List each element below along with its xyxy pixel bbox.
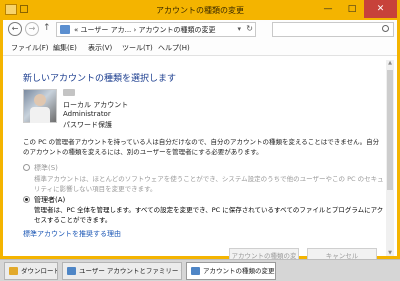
back-button[interactable]: ← — [8, 22, 22, 36]
address-path[interactable]: « ユーザー アカ... › アカウントの種類の変更 — [74, 25, 216, 35]
taskbar-item-label: ダウンロード — [21, 267, 58, 275]
avatar — [23, 89, 57, 123]
avatar-head — [34, 94, 46, 106]
administrator-radio[interactable] — [23, 196, 30, 203]
taskbar-item-change-account-type[interactable]: アカウントの種類の変更 — [186, 262, 276, 280]
forward-button[interactable]: → — [25, 22, 39, 36]
main-content: 新しいアカウントの種類を選択します ローカル アカウント Administrat… — [3, 56, 397, 274]
description-text: この PC の管理者アカウントを持っている人は自分だけなので、自分のアカウントの… — [23, 138, 380, 156]
refresh-icon[interactable]: ↻ — [246, 24, 253, 33]
address-bar[interactable]: « ユーザー アカ... › アカウントの種類の変更 ▾ ↻ — [56, 22, 256, 37]
menu-bar: ファイル(F) 編集(E) 表示(V) ツール(T) ヘルプ(H) — [3, 39, 397, 56]
scroll-up-icon[interactable]: ▲ — [386, 60, 394, 66]
control-panel-icon — [60, 25, 70, 34]
page-title: 新しいアカウントの種類を選択します — [23, 74, 177, 84]
administrator-label[interactable]: 管理者(A) — [34, 195, 65, 205]
avatar-body — [30, 107, 50, 123]
search-icon[interactable] — [382, 25, 389, 32]
maximize-button[interactable]: □ — [340, 0, 364, 18]
taskbar-item-label: アカウントの種類の変更 — [203, 267, 275, 275]
account-group: Administrator — [63, 110, 111, 118]
taskbar-item-label: ユーザー アカウントとファミリー セーフティ — [79, 267, 181, 275]
vertical-scrollbar[interactable]: ▲ ▼ — [386, 60, 394, 256]
taskbar-item-user-accounts[interactable]: ユーザー アカウントとファミリー セーフティ — [62, 262, 182, 280]
standard-radio[interactable] — [23, 164, 30, 171]
search-input[interactable] — [272, 22, 394, 37]
folder-icon — [9, 267, 18, 275]
control-panel-icon — [67, 267, 76, 275]
menu-edit[interactable]: 編集(E) — [53, 43, 77, 53]
standard-label[interactable]: 標準(S) — [34, 163, 58, 173]
scroll-thumb[interactable] — [387, 70, 393, 190]
close-button[interactable]: ✕ — [364, 0, 397, 18]
control-panel-icon — [191, 267, 200, 275]
scroll-down-icon[interactable]: ▼ — [386, 250, 394, 256]
administrator-description: 管理者は、PC 全体を管理します。すべての設定を変更でき、PC に保存されている… — [34, 206, 384, 224]
account-type: ローカル アカウント — [63, 101, 129, 109]
menu-file[interactable]: ファイル(F) — [11, 43, 49, 53]
account-protection: パスワード保護 — [63, 121, 112, 129]
explorer-window: アカウントの種類の変更 — □ ✕ ← → ↑ « ユーザー アカ... › ア… — [0, 0, 400, 274]
taskbar: ダウンロード ユーザー アカウントとファミリー セーフティ アカウントの種類の変… — [0, 259, 400, 281]
menu-tools[interactable]: ツール(T) — [122, 43, 153, 53]
standard-description: 標準アカウントは、ほとんどのソフトウェアを使うことができ、システム設定のうちで他… — [34, 175, 384, 193]
menu-help[interactable]: ヘルプ(H) — [158, 43, 190, 53]
recommend-standard-link[interactable]: 標準アカウントを推奨する理由 — [23, 229, 121, 239]
minimize-button[interactable]: — — [316, 0, 340, 18]
navigation-bar: ← → ↑ « ユーザー アカ... › アカウントの種類の変更 ▾ ↻ — [3, 20, 397, 39]
taskbar-item-downloads[interactable]: ダウンロード — [4, 262, 58, 280]
account-name-redacted — [63, 89, 75, 96]
up-button[interactable]: ↑ — [43, 23, 51, 33]
menu-view[interactable]: 表示(V) — [88, 43, 112, 53]
title-bar[interactable]: アカウントの種類の変更 — □ ✕ — [0, 0, 400, 20]
address-dropdown-icon[interactable]: ▾ — [237, 25, 241, 33]
